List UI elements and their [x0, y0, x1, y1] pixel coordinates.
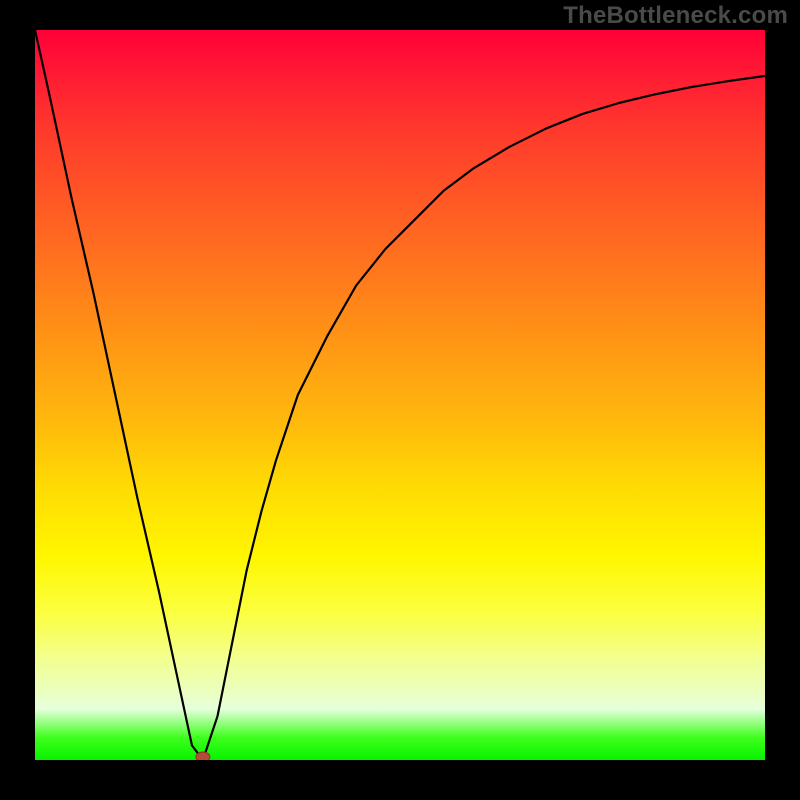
watermark-text: TheBottleneck.com [563, 2, 788, 30]
chart-frame: TheBottleneck.com [0, 0, 800, 800]
minimum-marker-dot [196, 752, 210, 760]
curve-svg [35, 30, 765, 760]
bottleneck-curve [35, 30, 765, 760]
plot-area [35, 30, 765, 760]
